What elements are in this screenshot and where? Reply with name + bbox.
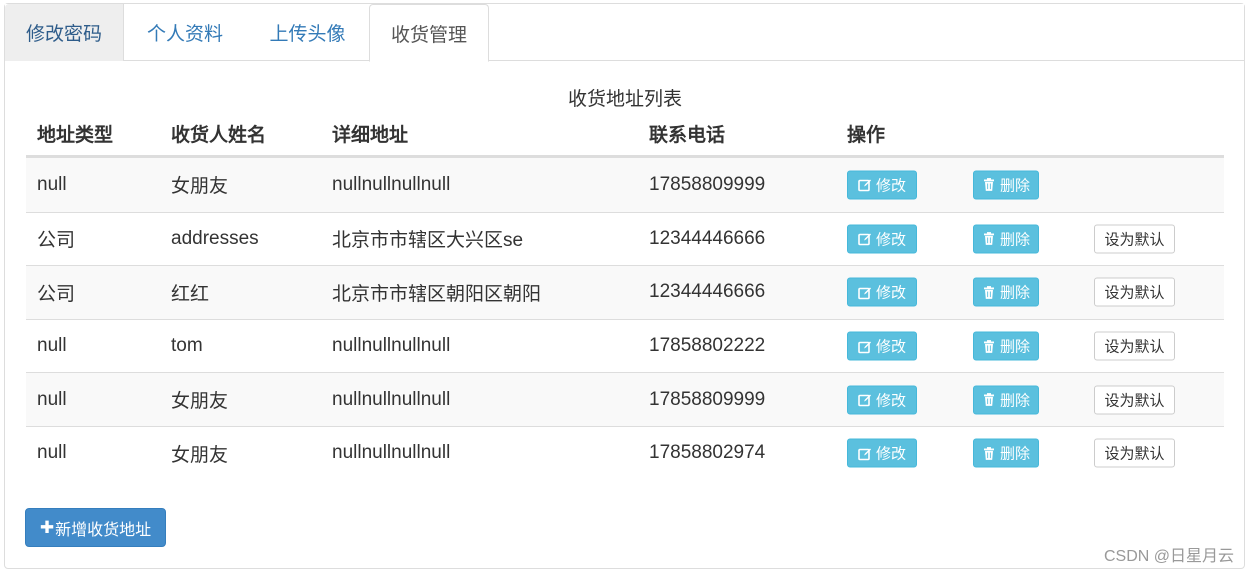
set-default-button[interactable]: 设为默认 <box>1094 277 1175 307</box>
watermark: CSDN @日星月云 <box>1103 548 1234 565</box>
cell-address: nullnullnullnull <box>332 335 451 357</box>
trash-icon <box>982 339 996 353</box>
delete-button[interactable]: 删除 <box>973 224 1039 254</box>
cell-phone: 17858802974 <box>649 442 766 464</box>
edit-button[interactable]: 修改 <box>847 331 917 361</box>
edit-icon <box>858 285 872 300</box>
trash-icon <box>982 446 996 460</box>
cell-address: nullnullnullnull <box>332 173 451 195</box>
cell-name: 女朋友 <box>171 444 229 466</box>
edit-label: 修改 <box>875 338 906 356</box>
table-header: 地址类型 收货人姓名 详细地址 联系电话 操作 <box>26 116 1224 158</box>
cell-phone: 17858809999 <box>649 173 766 195</box>
cell-phone: 17858802222 <box>649 335 766 357</box>
trash-icon <box>982 285 996 299</box>
column-header-type: 地址类型 <box>37 125 114 146</box>
edit-button[interactable]: 修改 <box>847 170 917 200</box>
tab-address-management[interactable]: 收货管理 <box>369 4 489 62</box>
cell-name: 红红 <box>171 283 210 305</box>
add-address-button[interactable]: ✚ 新增收货地址 <box>25 508 166 547</box>
add-address-label: 新增收货地址 <box>55 521 152 539</box>
cell-type: null <box>37 442 67 464</box>
delete-label: 删除 <box>999 338 1030 356</box>
tab-upload-avatar[interactable]: 上传头像 <box>246 4 369 61</box>
cell-name: tom <box>171 335 203 357</box>
delete-button[interactable]: 删除 <box>973 170 1039 200</box>
delete-label: 删除 <box>999 445 1030 463</box>
edit-icon <box>858 446 872 461</box>
set-default-button[interactable]: 设为默认 <box>1094 331 1175 361</box>
edit-button[interactable]: 修改 <box>847 438 917 468</box>
edit-icon <box>858 393 872 407</box>
delete-label: 删除 <box>999 284 1030 302</box>
plus-icon: ✚ <box>39 517 55 537</box>
cell-name: 女朋友 <box>171 391 229 413</box>
table-row: null 女朋友 nullnullnullnull 17858802974 修改 删除 设为… <box>26 425 1224 480</box>
delete-button[interactable]: 删除 <box>973 438 1039 468</box>
table-row: 公司 addresses 北京市市辖区大兴区se 12344446666 修改 删除 设为默… <box>26 211 1224 266</box>
edit-icon <box>858 339 872 353</box>
cell-address: 北京市市辖区大兴区se <box>332 230 524 252</box>
edit-label: 修改 <box>875 177 906 195</box>
cell-name: 女朋友 <box>171 176 229 198</box>
delete-label: 删除 <box>999 177 1030 195</box>
trash-icon <box>982 232 996 246</box>
cell-phone: 12344446666 <box>649 281 766 303</box>
cell-address: nullnullnullnull <box>332 388 451 410</box>
edit-label: 修改 <box>875 445 906 463</box>
tab-change-password[interactable]: 修改密码 <box>5 4 124 61</box>
set-default-button[interactable]: 设为默认 <box>1094 224 1175 254</box>
edit-button[interactable]: 修改 <box>847 224 917 254</box>
cell-phone: 17858809999 <box>649 388 766 410</box>
delete-button[interactable]: 删除 <box>973 385 1039 415</box>
address-table: 地址类型 收货人姓名 详细地址 联系电话 操作 null 女朋友 nullnulln… <box>26 116 1224 480</box>
delete-label: 删除 <box>999 392 1030 410</box>
set-default-button[interactable]: 设为默认 <box>1094 438 1175 468</box>
address-panel: 修改密码 个人资料 上传头像 收货管理 收货地址列表 地址类型 收货人姓名 详细… <box>4 3 1245 569</box>
delete-button[interactable]: 删除 <box>973 277 1039 307</box>
cell-type: null <box>37 388 67 410</box>
edit-label: 修改 <box>875 284 906 302</box>
cell-type: 公司 <box>37 283 76 305</box>
column-header-actions: 操作 <box>847 125 886 146</box>
edit-button[interactable]: 修改 <box>847 277 917 307</box>
table-row: null tom nullnullnullnull 17858802222 修改 删除 设为… <box>26 318 1224 373</box>
delete-button[interactable]: 删除 <box>973 331 1039 361</box>
cell-name: addresses <box>171 227 259 249</box>
trash-icon <box>982 393 996 407</box>
column-header-name: 收货人姓名 <box>171 125 267 146</box>
delete-label: 删除 <box>999 231 1030 249</box>
cell-address: nullnullnullnull <box>332 442 451 464</box>
edit-label: 修改 <box>875 392 906 410</box>
cell-type: null <box>37 335 67 357</box>
column-header-phone: 联系电话 <box>649 125 726 146</box>
cell-address: 北京市市辖区朝阳区朝阳 <box>332 283 542 305</box>
tab-profile[interactable]: 个人资料 <box>124 4 246 61</box>
table-row: 公司 红红 北京市市辖区朝阳区朝阳 12344446666 修改 删除 设为默认 <box>26 265 1224 319</box>
edit-icon <box>858 232 872 246</box>
set-default-button[interactable]: 设为默认 <box>1094 385 1175 415</box>
table-body: null 女朋友 nullnullnullnull 17858809999 修改 删除 公司… <box>26 158 1224 480</box>
trash-icon <box>982 178 996 192</box>
cell-type: null <box>37 173 67 195</box>
edit-button[interactable]: 修改 <box>847 385 917 415</box>
cell-type: 公司 <box>37 230 76 252</box>
edit-label: 修改 <box>875 231 906 249</box>
table-row: null 女朋友 nullnullnullnull 17858809999 修改 删除 设为… <box>26 372 1224 426</box>
edit-icon <box>858 178 872 192</box>
column-header-address: 详细地址 <box>332 125 409 146</box>
cell-phone: 12344446666 <box>649 227 766 249</box>
tab-bar: 修改密码 个人资料 上传头像 收货管理 <box>5 4 1244 62</box>
table-row: null 女朋友 nullnullnullnull 17858809999 修改 删除 <box>26 158 1224 212</box>
table-caption: 收货地址列表 <box>567 89 682 110</box>
